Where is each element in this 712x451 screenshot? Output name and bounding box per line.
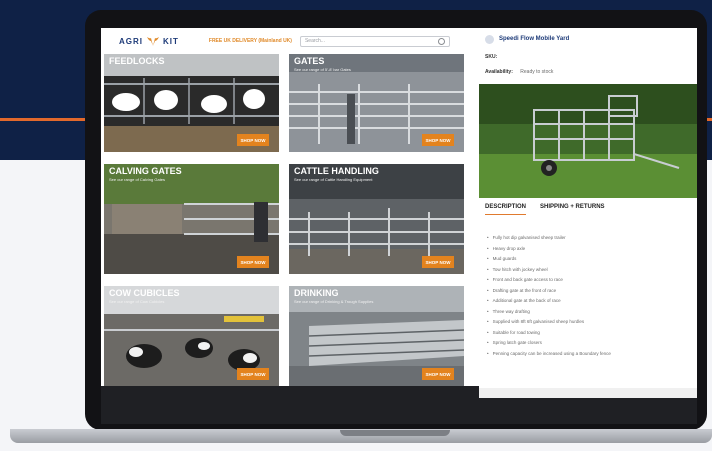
tile-title: CALVING GATES — [109, 166, 182, 176]
product-panel: Speedi Flow Mobile Yard SKU: Availabilit… — [479, 28, 697, 398]
tile-subtitle: See our range of Drinking & Trough Suppl… — [294, 299, 374, 304]
category-tile-cow-cubicles[interactable]: COW CUBICLES See our range of Cow Cubicl… — [104, 286, 279, 386]
tile-title: FEEDLOCKS — [109, 56, 165, 66]
list-item: Spring latch gate closers — [487, 338, 611, 349]
list-item: Three way drafting — [487, 307, 611, 318]
panel-footer — [479, 388, 697, 398]
list-item: Front and back gate access to race — [487, 275, 611, 286]
list-item: Mud guards — [487, 254, 611, 265]
product-title: Speedi Flow Mobile Yard — [499, 36, 570, 42]
search-icon[interactable] — [437, 37, 445, 45]
product-image[interactable] — [479, 84, 697, 198]
tile-title: CATTLE HANDLING — [294, 166, 379, 176]
list-item: Heavy drop axle — [487, 244, 611, 255]
tile-title: COW CUBICLES — [109, 288, 180, 298]
laptop-screen: AGRI KIT FREE UK DELIVERY (Mainland UK) … — [101, 28, 697, 398]
category-tile-gates[interactable]: GATES See our range of 5'-8' bar Gates S… — [289, 54, 464, 152]
shop-now-button[interactable]: SHOP NOW — [422, 368, 454, 380]
tile-subtitle: See our range of Calving Gates — [109, 177, 166, 182]
category-tile-calving-gates[interactable]: CALVING GATES See our range of Calving G… — [104, 164, 279, 274]
list-item: Drafting gate at the front of race — [487, 286, 611, 297]
product-availability: Availability: Ready to stock — [485, 69, 553, 75]
bull-head-icon — [147, 37, 159, 46]
search-input[interactable]: Search... — [299, 35, 450, 47]
shop-now-button[interactable]: SHOP NOW — [237, 134, 269, 146]
laptop-notch — [340, 430, 450, 436]
shop-now-button[interactable]: SHOP NOW — [237, 368, 269, 380]
site-logo[interactable]: AGRI KIT — [119, 35, 179, 47]
search-placeholder: Search... — [304, 38, 325, 44]
tile-subtitle: See our range of 5'-8' bar Gates — [294, 67, 351, 72]
logo-text-right: KIT — [163, 36, 179, 46]
list-item: Penning capacity can be increased using … — [487, 349, 611, 360]
shop-now-button[interactable]: SHOP NOW — [237, 256, 269, 268]
category-tile-drinking[interactable]: DRINKING See our range of Drinking & Tro… — [289, 286, 464, 386]
feature-list: Fully hot dip galvanised sheep trailer H… — [487, 233, 611, 359]
list-item: Additional gate at the back of race — [487, 296, 611, 307]
product-sku-label: SKU: — [485, 54, 498, 60]
tile-title: GATES — [294, 56, 325, 66]
list-item: Tow hitch with jockey wheel — [487, 265, 611, 276]
logo-text-left: AGRI — [119, 36, 143, 46]
list-item: Suitable for road towing — [487, 328, 611, 339]
availability-label: Availability: — [485, 69, 513, 75]
list-item: Fully hot dip galvanised sheep trailer — [487, 233, 611, 244]
laptop-bezel-bottom — [101, 398, 697, 424]
promo-banner[interactable]: FREE UK DELIVERY (Mainland UK) — [209, 38, 292, 44]
availability-value: Ready to stock — [520, 69, 554, 75]
tab-shipping-returns[interactable]: SHIPPING + RETURNS — [540, 204, 605, 215]
tile-subtitle: See our range of Cow Cubicles — [109, 299, 165, 304]
list-item: Supplied with 8ft 6ft galvanised sheep h… — [487, 317, 611, 328]
shop-now-button[interactable]: SHOP NOW — [422, 256, 454, 268]
tiles-bottom-bar — [101, 386, 479, 398]
category-tile-cattle-handling[interactable]: CATTLE HANDLING See our range of Cattle … — [289, 164, 464, 274]
tab-description[interactable]: DESCRIPTION — [485, 204, 527, 215]
product-tabs: DESCRIPTION SHIPPING + RETURNS — [485, 204, 605, 215]
site-header: AGRI KIT FREE UK DELIVERY (Mainland UK) … — [101, 28, 473, 54]
shop-now-button[interactable]: SHOP NOW — [422, 134, 454, 146]
tile-subtitle: See our range of Cattle Handling Equipme… — [294, 177, 373, 182]
category-tile-feedlocks[interactable]: FEEDLOCKS SHOP NOW — [104, 54, 279, 152]
product-icon — [485, 35, 494, 44]
tile-title: DRINKING — [294, 288, 339, 298]
